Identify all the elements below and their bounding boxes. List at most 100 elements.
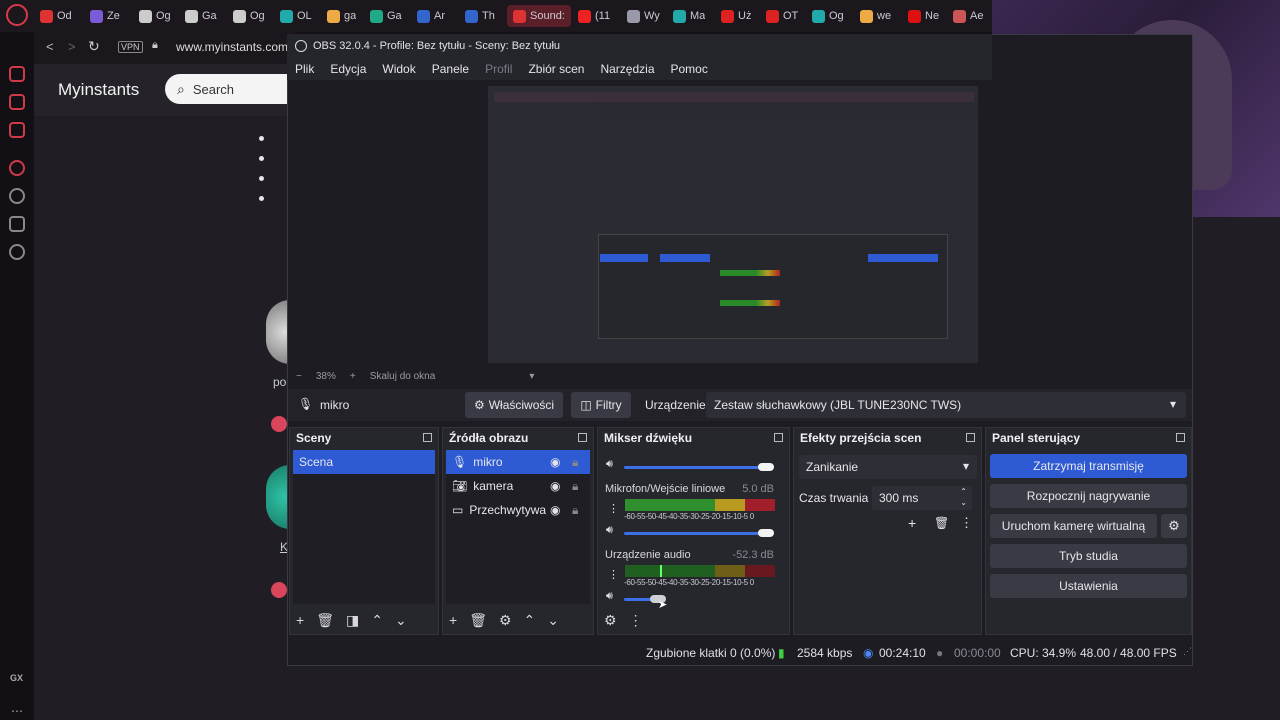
speaker-icon[interactable]: 🔊︎ (606, 524, 613, 537)
settings-button[interactable]: Ustawienia (990, 574, 1187, 598)
browser-tab[interactable]: OT (766, 5, 798, 27)
add-icon[interactable]: + (449, 612, 457, 628)
vpn-badge[interactable]: VPN (118, 41, 143, 53)
duration-field[interactable]: 300 ms ⌃ ⌄ (872, 486, 972, 510)
zoom-in-button[interactable]: + (350, 371, 356, 382)
add-icon[interactable]: + (908, 515, 916, 531)
sidebar-settings-icon[interactable] (9, 244, 25, 260)
chevron-down-icon[interactable]: ⌄ (547, 612, 559, 629)
slider-knob[interactable] (758, 529, 774, 537)
source-item-kamera[interactable]: 📷︎ kamera ◉ 🔒︎ (446, 474, 590, 498)
sidebar-extensions-icon[interactable] (9, 216, 25, 232)
transition-select[interactable]: Zanikanie ▾ (799, 455, 977, 479)
virtual-camera-button[interactable]: Uruchom kamerę wirtualną (990, 514, 1157, 538)
speaker-icon[interactable]: 🔊︎ (606, 590, 613, 603)
reload-icon[interactable]: ↻ (88, 38, 100, 55)
browser-tab[interactable]: Og (139, 5, 171, 27)
browser-tab[interactable]: Og (812, 5, 844, 27)
browser-tab[interactable]: Wy (627, 5, 660, 27)
sidebar-m-icon[interactable] (9, 122, 25, 138)
browser-tab[interactable]: ga (327, 5, 356, 27)
gear-icon[interactable]: ⚙ (499, 612, 512, 629)
menu-plik[interactable]: Plik (287, 62, 322, 76)
scene-filter-icon[interactable]: ◨ (346, 612, 359, 629)
properties-button[interactable]: ⚙ Właściwości (465, 392, 563, 418)
browser-tab[interactable]: Og (233, 5, 265, 27)
browser-tab[interactable]: Od (40, 5, 72, 27)
site-name[interactable]: Myinstants (58, 80, 139, 100)
volume-slider-prev[interactable] (624, 466, 774, 469)
speaker-icon[interactable]: 🔊︎ (606, 458, 613, 471)
eye-icon[interactable]: ◉ (550, 455, 560, 469)
sidebar-more-icon[interactable]: ⋯ (11, 704, 23, 718)
more-vertical-icon[interactable]: ⋮ (960, 515, 973, 531)
lock-icon[interactable]: 🔒︎ (572, 503, 578, 518)
undock-icon[interactable] (966, 433, 975, 442)
zoom-out-button[interactable]: − (296, 371, 302, 382)
menu-zbior-scen[interactable]: Zbiór scen (520, 62, 592, 76)
menu-edycja[interactable]: Edycja (322, 62, 374, 76)
source-item-mikro[interactable]: 🎙︎ mikro ◉ 🔒︎ (446, 450, 590, 474)
scale-to-window[interactable]: Skaluj do okna (370, 371, 436, 382)
chevron-up-icon[interactable]: ⌃ (371, 612, 383, 629)
browser-tab[interactable]: Uż (721, 5, 751, 27)
forward-icon[interactable]: > (68, 39, 76, 54)
browser-tab[interactable]: OL (280, 5, 312, 27)
browser-tab[interactable]: Ze (90, 5, 120, 27)
url-field[interactable]: www.myinstants.com/ (176, 40, 292, 54)
undock-icon[interactable] (578, 433, 587, 442)
resize-grip-icon[interactable]: ⋰ (1183, 646, 1192, 657)
eye-icon[interactable]: ◉ (550, 479, 560, 493)
more-vertical-icon[interactable]: ⋮ (608, 568, 619, 581)
sidebar-tv-icon[interactable] (9, 66, 25, 82)
source-item-capture[interactable]: ▭ Przechwytywa ◉ 🔒︎ (446, 498, 590, 522)
site-search-input[interactable]: ⌕ Search (165, 74, 305, 104)
zoom-dropdown-icon[interactable]: ▾ (529, 371, 534, 382)
mixer-settings-icon[interactable]: ⚙ (604, 612, 617, 629)
menu-narzedzia[interactable]: Narzędzia (592, 62, 662, 76)
gx-corner-label[interactable]: GX (10, 673, 23, 683)
eye-icon[interactable]: ◉ (550, 503, 560, 517)
chevron-down-icon[interactable]: ⌄ (395, 612, 407, 629)
sound-label-partial[interactable]: po (273, 375, 286, 389)
lock-icon[interactable]: 🔒︎ (572, 455, 578, 470)
browser-tab[interactable]: we (860, 5, 891, 27)
browser-tab[interactable]: Sound: (507, 5, 571, 27)
studio-mode-button[interactable]: Tryb studia (990, 544, 1187, 568)
back-icon[interactable]: < (46, 39, 54, 54)
heart-icon[interactable] (271, 582, 287, 598)
menu-profil[interactable]: Profil (477, 62, 520, 76)
undock-icon[interactable] (423, 433, 432, 442)
trash-icon[interactable]: 🗑︎ (316, 612, 334, 629)
sidebar-history-icon[interactable] (9, 188, 25, 204)
trash-icon[interactable]: 🗑︎ (934, 516, 949, 530)
menu-pomoc[interactable]: Pomoc (663, 62, 716, 76)
lock-icon[interactable]: 🔒︎ (572, 479, 578, 494)
undock-icon[interactable] (774, 433, 783, 442)
browser-tab[interactable]: Ga (370, 5, 402, 27)
slider-knob[interactable] (758, 463, 774, 471)
more-vertical-icon[interactable]: ⋮ (629, 612, 643, 629)
browser-tab[interactable]: Ar (417, 5, 445, 27)
start-recording-button[interactable]: Rozpocznij nagrywanie (990, 484, 1187, 508)
scene-item[interactable]: Scena (293, 450, 435, 474)
spinner-icon[interactable]: ⌃ ⌄ (960, 486, 967, 508)
browser-tab[interactable]: Ne (908, 5, 939, 27)
browser-tab[interactable]: Ae (953, 5, 983, 27)
browser-tab[interactable]: Ma (673, 5, 705, 27)
browser-tab[interactable]: (11 (578, 5, 610, 27)
gear-icon[interactable]: ⚙ (1161, 514, 1187, 538)
undock-icon[interactable] (1176, 433, 1185, 442)
browser-tab[interactable]: Ga (185, 5, 217, 27)
sidebar-music-icon[interactable] (9, 160, 25, 176)
add-icon[interactable]: + (296, 612, 304, 628)
sidebar-news-icon[interactable] (9, 94, 25, 110)
trash-icon[interactable]: 🗑︎ (469, 612, 487, 629)
more-vertical-icon[interactable]: ⋮ (608, 502, 619, 515)
browser-tab[interactable]: Th (465, 5, 495, 27)
menu-panele[interactable]: Panele (424, 62, 477, 76)
volume-slider-mic[interactable] (624, 532, 774, 535)
opera-gx-logo-icon[interactable] (6, 4, 28, 26)
stop-stream-button[interactable]: Zatrzymaj transmisję (990, 454, 1187, 478)
chevron-up-icon[interactable]: ⌃ (524, 612, 536, 629)
